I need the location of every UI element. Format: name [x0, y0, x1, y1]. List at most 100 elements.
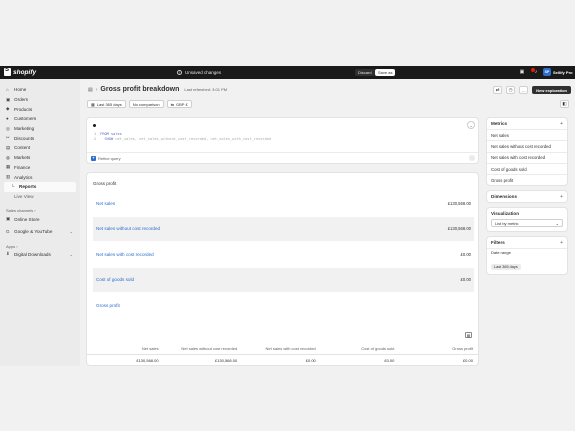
dimensions-header: Dimensions + — [487, 191, 567, 202]
customers-icon: ● — [6, 116, 9, 122]
metric-row: Net sales without cost recorded £130,568.… — [93, 216, 474, 241]
table-header-cell[interactable]: Net sales without cost recorded — [166, 346, 245, 351]
add-dimension-icon[interactable]: + — [560, 194, 563, 200]
report-icon[interactable]: ▤ — [88, 87, 93, 93]
google-icon: G — [6, 229, 10, 235]
content-icon: ▤ — [6, 144, 11, 150]
marketing-icon: ◎ — [6, 125, 10, 131]
results-table: Net sales Net sales without cost recorded… — [87, 343, 478, 365]
more-actions-button[interactable]: … — [519, 86, 529, 94]
date-range-button[interactable]: ▦ Last 365 days — [87, 100, 126, 108]
metric-item[interactable]: Net sales with cost recorded — [487, 151, 567, 163]
code-text: sales — [111, 132, 122, 136]
inbox-icon[interactable]: ▣ — [519, 69, 525, 75]
comparison-button[interactable]: No comparison — [128, 100, 164, 108]
shopify-logo[interactable]: shopify — [4, 67, 36, 76]
save-as-button[interactable]: Save as — [375, 69, 396, 76]
visualization-select[interactable]: List by metric ⌄ — [491, 219, 563, 228]
sidebar-item-online-store[interactable]: ▣ Online Store — [4, 214, 76, 224]
filters-header: Filters + — [487, 237, 567, 248]
sales-channels-heading[interactable]: Sales channels › — [4, 207, 76, 214]
add-metric-icon[interactable]: + — [560, 121, 563, 127]
query-editor[interactable]: ⌄ 1 FROM sales 2 SHOW net_sales, net_sale… — [86, 117, 479, 164]
metric-item[interactable]: Gross profit — [487, 174, 567, 185]
sidebar-item-analytics[interactable]: ▥ Analytics — [4, 172, 76, 182]
metric-value: £0.00 — [460, 277, 471, 282]
visualization-value: List by metric — [495, 220, 519, 226]
sidebar-item-digital-downloads[interactable]: ⬇ Digital Downloads ⌄ — [4, 250, 76, 260]
visualization-header: Visualization — [487, 208, 567, 219]
chart-card: Gross profit Net sales £130,568.00 Net sal… — [86, 172, 479, 366]
shopify-bag-icon — [4, 67, 11, 76]
sidebar-item-products[interactable]: ◆ Products — [4, 104, 76, 114]
sidebar-item-marketing[interactable]: ◎ Marketing — [4, 124, 76, 134]
dimensions-title: Dimensions — [491, 194, 518, 200]
currency-button[interactable]: ⇆ GBP £ — [166, 100, 192, 108]
currency-icon: ⇆ — [170, 101, 174, 107]
table-header-cell[interactable]: Net sales with cost recorded — [244, 346, 323, 351]
metric-row: Gross profit — [93, 293, 474, 317]
sidebar-item-label: Customers — [14, 116, 37, 122]
code-keyword: FROM — [100, 132, 109, 136]
date-range-chip[interactable]: Last 365 days — [491, 264, 521, 271]
finance-icon: ▦ — [6, 164, 11, 170]
metric-value: £130,568.00 — [447, 200, 471, 206]
metric-name[interactable]: Net sales — [96, 201, 115, 206]
refine-query-bar[interactable]: ✦ Refine query — [87, 152, 478, 163]
table-cell: £0.00 — [384, 358, 395, 363]
panel-icon: ◧ — [562, 101, 567, 106]
code-text: net_sales, net_sales_without_cost_record… — [115, 137, 272, 141]
comparison-label: No comparison — [132, 101, 160, 107]
refresh-icon: ⇄ — [495, 87, 500, 92]
table-row: £130,568.00 £130,568.00 £0.00 £0.00 £0.00 — [87, 355, 478, 365]
metric-name[interactable]: Gross profit — [96, 303, 120, 308]
discard-button[interactable]: Discard — [355, 69, 375, 76]
sidebar-item-orders[interactable]: ▣ Orders — [4, 95, 76, 105]
page-title: Gross profit breakdown — [100, 86, 180, 93]
metric-item[interactable]: Cost of goods sold — [487, 162, 567, 174]
store-icon: ▣ — [6, 216, 11, 222]
history-button[interactable]: ◷ — [506, 86, 516, 94]
store-menu[interactable]: SP Sellify Pro — [543, 68, 573, 76]
collapse-button[interactable]: ⌄ — [467, 121, 475, 129]
metric-item[interactable]: Net sales — [487, 129, 567, 140]
apps-heading[interactable]: Apps › — [4, 243, 76, 250]
metric-name[interactable]: Net sales without cost recorded — [96, 226, 160, 231]
send-button[interactable] — [469, 155, 475, 161]
discounts-icon: ✂ — [6, 135, 10, 141]
sidebar-item-home[interactable]: ⌂ Home — [4, 85, 76, 95]
code-keyword: SHOW — [104, 137, 114, 141]
sidebar-item-google-youtube[interactable]: G Google & YouTube ⌄ — [4, 227, 76, 237]
sidebar-item-label: Analytics — [14, 174, 33, 180]
new-exploration-button[interactable]: New exploration — [532, 86, 571, 94]
metric-name[interactable]: Net sales with cost recorded — [96, 252, 154, 257]
sidebar-toggle-button[interactable]: ◧ — [560, 100, 569, 108]
metric-value: £0.00 — [460, 251, 471, 257]
top-icons: ▣ ♪ — [519, 69, 539, 75]
sidebar-item-label: Markets — [14, 155, 31, 161]
sidebar-item-live-view[interactable]: Live View — [4, 192, 76, 202]
table-header-cell[interactable]: Gross profit — [401, 346, 478, 351]
refresh-button[interactable]: ⇄ — [493, 86, 503, 94]
refine-query-input[interactable]: Refine query — [98, 156, 121, 161]
sidebar-item-content[interactable]: ▤ Content — [4, 143, 76, 153]
sidebar-item-label: Discounts — [14, 135, 35, 141]
table-view-icon[interactable]: ▦ — [465, 332, 472, 338]
metric-name[interactable]: Cost of goods sold — [96, 277, 134, 282]
sidebar-item-reports[interactable]: └ Reports — [4, 181, 76, 192]
table-header-cell[interactable]: Net sales — [87, 346, 166, 351]
metric-row: Net sales with cost recorded £0.00 — [93, 242, 474, 266]
filters-card: Filters + Date range Last 365 days — [486, 236, 568, 276]
sidebar-item-label: Digital Downloads — [14, 251, 51, 257]
metric-item[interactable]: Net sales without cost recorded — [487, 140, 567, 151]
sidebar-item-customers[interactable]: ● Customers — [4, 114, 76, 124]
filters-title: Filters — [491, 240, 505, 246]
add-filter-icon[interactable]: + — [560, 240, 563, 246]
store-avatar: SP — [543, 68, 551, 76]
table-cell: £130,568.00 — [136, 358, 159, 363]
sidebar-item-finance[interactable]: ▦ Finance — [4, 163, 76, 173]
section-label: Apps — [6, 243, 16, 249]
sidebar-item-discounts[interactable]: ✂ Discounts — [4, 133, 76, 143]
sidebar-item-markets[interactable]: ◍ Markets — [4, 153, 76, 163]
table-header-cell[interactable]: Cost of goods sold — [323, 346, 402, 351]
